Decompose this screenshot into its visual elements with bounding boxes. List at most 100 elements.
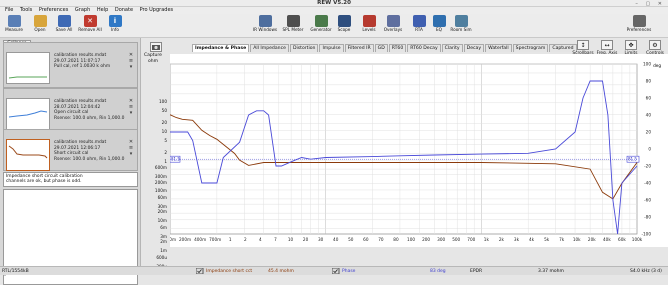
y-tick-label-right: 80 <box>646 79 652 84</box>
x-tick-label: 3k <box>514 237 520 242</box>
tab-rt60[interactable]: RT60 <box>388 44 407 52</box>
x-tick-label: 1k <box>484 237 490 242</box>
capture-label: Capture <box>144 53 162 58</box>
capture-icon[interactable] <box>150 42 162 52</box>
save-all-button[interactable]: Save All <box>52 15 76 32</box>
y-tick-label-left: 100 <box>159 99 167 104</box>
x-tick-label: 10k <box>573 237 581 242</box>
menu-file[interactable]: File <box>5 7 13 13</box>
measurement-info: calibration results.mdat 29.07.2021 11:0… <box>54 53 110 70</box>
scrollbars-icon: ↕ <box>577 40 589 50</box>
tab-all-impedance[interactable]: All Impedance <box>250 44 289 52</box>
x-tick-label: 20k <box>588 237 596 242</box>
measurement-info: calibration results.mdat 29.07.2021 12:0… <box>54 140 124 162</box>
measure-button[interactable]: Measure <box>2 15 26 32</box>
levels-icon <box>362 15 376 27</box>
notes-line: channels are ok, but phase is odd. <box>6 179 82 185</box>
x-tick-label: 100m <box>170 237 176 242</box>
spl-meter-icon <box>286 15 300 27</box>
capture-strip: Capture ohm 100 50 20 10 5 2 1 600m 300m 200m 100m… <box>142 38 170 274</box>
y-tick-label-left: 200m <box>154 179 167 185</box>
measurement-item[interactable]: calibration results.mdat 28.07.2021 12:0… <box>3 88 138 133</box>
measurement-note: Pull cal, ref 1.0030 k ohm <box>54 64 111 70</box>
x-tick-label: 700m <box>209 237 221 242</box>
y-axis-label-right: deg <box>653 63 661 68</box>
measurement-item[interactable]: calibration results.mdat 29.07.2021 11:0… <box>3 42 138 88</box>
tab-rt60-decay[interactable]: RT60 Decay <box>407 44 441 52</box>
y-tick-label-left: 600m <box>154 165 167 171</box>
y-tick-label-left: 30m <box>157 204 167 210</box>
x-tick-label: 2k <box>499 237 505 242</box>
legend-epdr: EPDR <box>470 269 483 274</box>
info-button[interactable]: i Info <box>103 15 127 32</box>
menu-pro-upgrades[interactable]: Pro Upgrades <box>140 7 174 13</box>
spl-meter-button[interactable]: SPL Meter <box>281 15 305 32</box>
tab-distortion[interactable]: Distortion <box>289 44 319 52</box>
y-tick-label-right: 100 <box>643 62 651 67</box>
tab-impulse[interactable]: Impulse <box>319 44 344 52</box>
tab-decay[interactable]: Decay <box>463 44 485 52</box>
x-tick-label: 10 <box>288 237 294 242</box>
menu-donate[interactable]: Donate <box>115 7 133 13</box>
generator-icon <box>314 15 328 27</box>
preferences-button[interactable]: Preferences <box>627 15 651 32</box>
y-tick-label-right: -80 <box>644 215 651 220</box>
ir-windows-icon <box>258 15 272 27</box>
measurement-notes[interactable]: Impedance short circuit calibration chan… <box>3 172 138 187</box>
measurement-controls[interactable]: ✕ ≡ ▾ <box>127 139 135 157</box>
tab-clarity[interactable]: Clarity <box>441 44 463 52</box>
y-tick-label-left: 10 <box>161 128 167 134</box>
rta-icon <box>412 15 426 27</box>
y-tick-label-left: 100m <box>154 188 167 194</box>
graph-tools: ↕Scrollbars↔Freq. Axis✥Limits⚙Controls <box>570 38 668 56</box>
legend-swatch-phase[interactable] <box>331 267 340 277</box>
measurement-controls[interactable]: ✕ ≡ ▾ <box>127 52 135 70</box>
measurement-controls[interactable]: ✕ ≡ ▾ <box>127 98 135 116</box>
y-tick-label-left: 50 <box>161 107 167 113</box>
x-tick-label: 4k <box>529 237 535 242</box>
x-tick-label: 30 <box>318 237 324 242</box>
controls-icon: ⚙ <box>649 40 661 50</box>
measurement-info: calibration results.mdat 28.07.2021 12:0… <box>54 99 124 121</box>
x-tick-label: 200 <box>422 237 430 242</box>
room-sim-icon <box>454 15 468 27</box>
x-tick-label: 40 <box>333 237 339 242</box>
ir-windows-button[interactable]: IR Windows <box>253 15 277 32</box>
tab-gd[interactable]: GD <box>374 44 388 52</box>
legend-impedance-value: 45.4 mohm <box>268 269 294 274</box>
graph-tabs: Impedance & Phase All Impedance Distortion… <box>192 44 578 52</box>
menu-tools[interactable]: Tools <box>20 7 32 13</box>
folder-open-icon <box>33 15 47 27</box>
measurement-rsense: Rsense: 100.0 ohm, Rin 1,000.0 <box>54 115 125 121</box>
tab-impedance-phase[interactable]: Impedance & Phase <box>192 44 250 52</box>
status-left: RTL/1554kB <box>2 269 29 274</box>
graph-plot[interactable]: 100m200m400m700m124710203040506070801002… <box>164 54 668 247</box>
y-tick-label-left: 1m <box>160 248 167 254</box>
x-tick-label: 70 <box>378 237 384 242</box>
menu-graph[interactable]: Graph <box>75 7 90 13</box>
y-tick-label-left: 2m <box>160 239 167 245</box>
legend-swatch-impedance[interactable] <box>195 267 204 277</box>
room-sim-button[interactable]: Room Sim <box>449 15 473 32</box>
tab-filtered-ir[interactable]: Filtered IR <box>344 44 374 52</box>
measurement-item[interactable]: calibration results.mdat 29.07.2021 12:0… <box>3 129 138 171</box>
x-tick-label: 50 <box>348 237 354 242</box>
y-tick-label-right: -40 <box>644 181 651 186</box>
menu-preferences[interactable]: Preferences <box>39 7 68 13</box>
tab-spectrogram[interactable]: Spectrogram <box>512 44 549 52</box>
menu-help[interactable]: Help <box>97 7 108 13</box>
measurement-rsense: Rsense: 100.0 ohm, Rin 1,000.0 <box>54 156 125 162</box>
y-tick-label-left: 20m <box>157 209 167 215</box>
limits-icon: ✥ <box>625 40 637 50</box>
y-tick-label-right: 20 <box>646 130 652 135</box>
y-tick-label-left: 1 <box>164 158 167 164</box>
impedance-phase-chart[interactable]: 100m200m400m700m124710203040506070801002… <box>164 54 668 247</box>
overlays-button[interactable]: Overlays <box>381 15 405 32</box>
toolbar-label: Room Sim <box>450 27 472 32</box>
status-right: S4.0 kHz (3 d) <box>630 269 662 274</box>
tab-waterfall[interactable]: Waterfall <box>485 44 512 52</box>
y-tick-label-right: 40 <box>646 113 652 118</box>
measurement-thumbnail <box>6 98 50 130</box>
x-tick-label: 40k <box>603 237 611 242</box>
status-bar: RTL/1554kB Impedance short cct 45.4 mohm… <box>0 266 668 275</box>
